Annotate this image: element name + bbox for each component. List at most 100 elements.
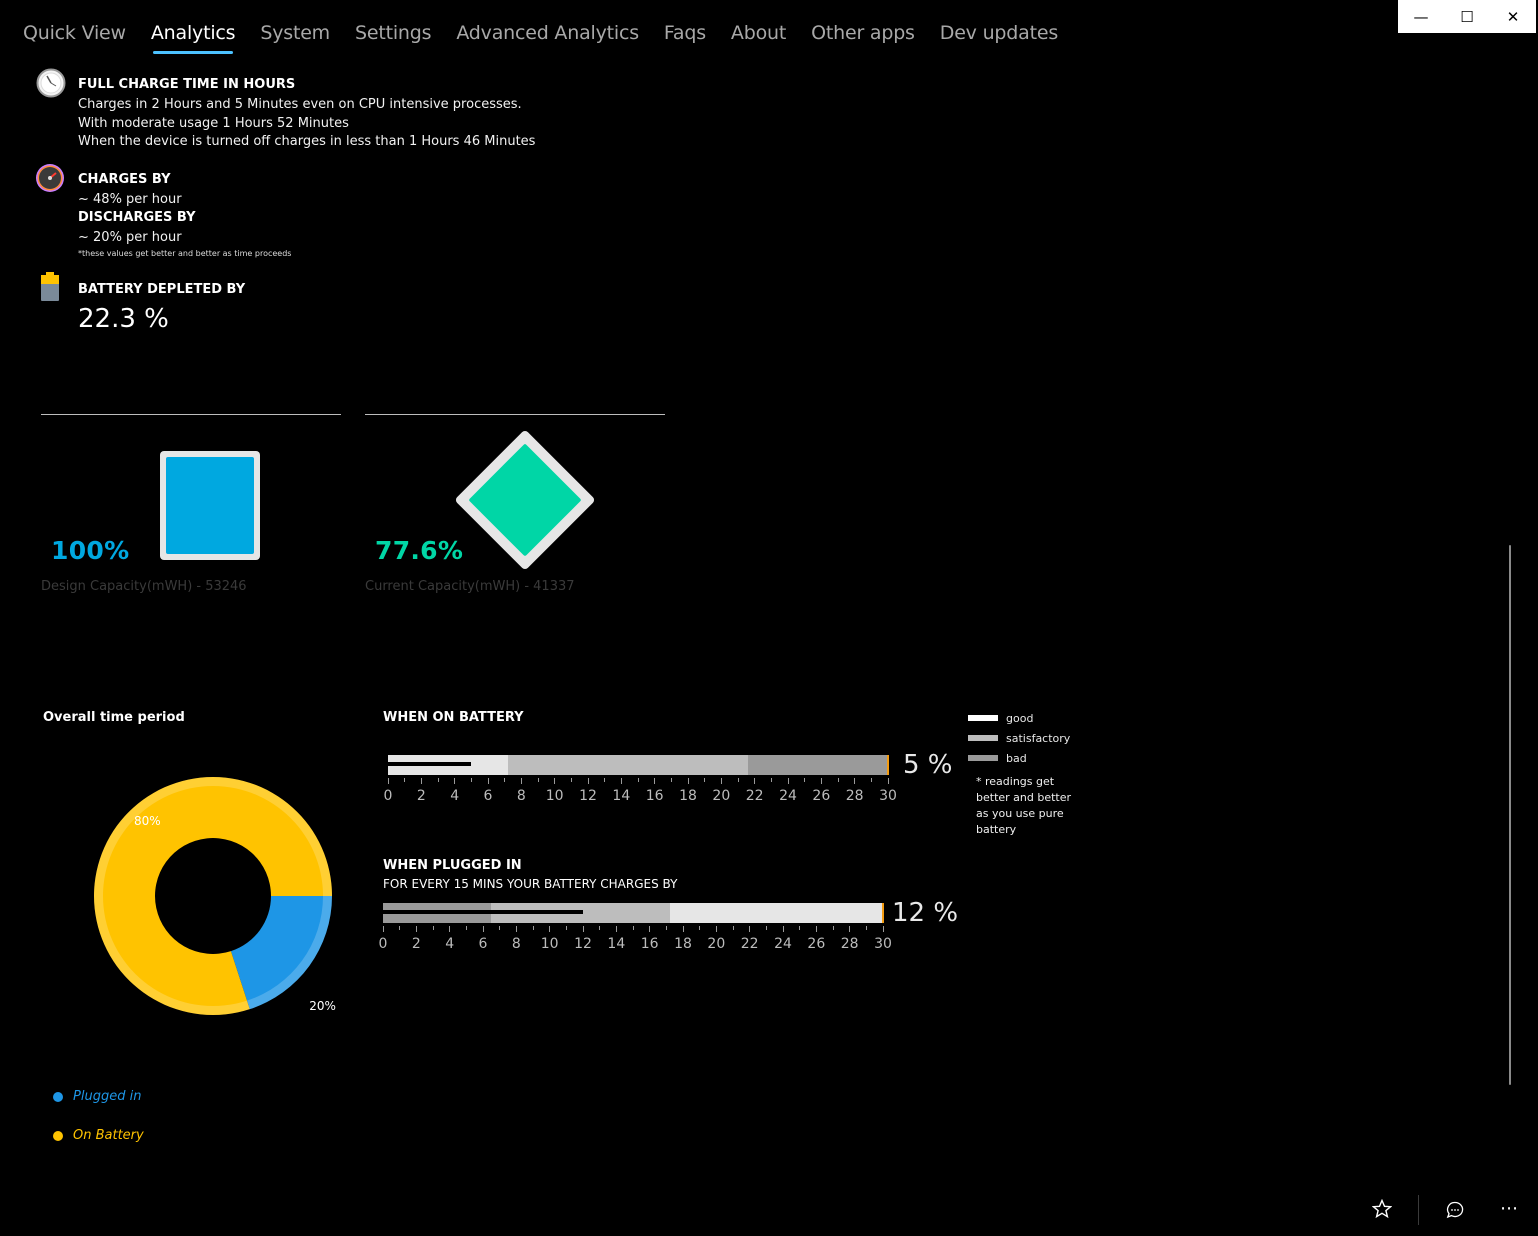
plugged-in-tick — [782, 926, 784, 932]
design-capacity-label: Design Capacity(mWH) - 53246 — [41, 579, 247, 594]
design-capacity-tile — [160, 451, 260, 560]
legend-plugged-in: Plugged in — [53, 1089, 141, 1104]
plugged-in-target-marker — [882, 903, 884, 923]
plugged-in-tick-label: 14 — [607, 936, 626, 952]
on-battery-bullet-chart: 0 2 4 6 8 10 12 14 16 18 20 22 24 26 28 30 — [384, 755, 897, 815]
tab-advanced-analytics[interactable]: Advanced Analytics — [456, 22, 639, 54]
speedometer-icon — [35, 163, 65, 197]
donut-label-on-battery: 80% — [134, 814, 161, 828]
on-battery-tick — [870, 778, 872, 782]
plugged-in-tick — [515, 926, 517, 932]
full-charge-line-2: With moderate usage 1 Hours 52 Minutes — [78, 116, 349, 131]
legend-label-on-battery: On Battery — [73, 1128, 144, 1143]
on-battery-tick — [654, 778, 656, 784]
on-battery-tick — [620, 778, 622, 784]
plugged-in-tick — [699, 926, 701, 930]
current-capacity-fill — [468, 443, 582, 557]
tab-about[interactable]: About — [731, 22, 786, 54]
plugged-in-tick — [582, 926, 584, 932]
charges-by-value: ~ 48% per hour — [78, 192, 182, 207]
plugged-in-title: WHEN PLUGGED IN — [383, 858, 522, 873]
on-battery-target-marker — [887, 755, 889, 775]
plugged-in-tick-label: 20 — [707, 936, 726, 952]
on-battery-tick — [637, 778, 639, 782]
tab-other-apps[interactable]: Other apps — [811, 22, 915, 54]
top-nav: Quick View Analytics System Settings Adv… — [23, 22, 1083, 54]
tab-dev-updates[interactable]: Dev updates — [940, 22, 1058, 54]
plugged-in-tick — [599, 926, 601, 930]
on-battery-tick — [887, 778, 889, 784]
key-good: good — [968, 708, 1076, 728]
battery-icon — [40, 272, 60, 306]
footer-divider — [1418, 1195, 1419, 1225]
on-battery-tick-label: 12 — [579, 788, 597, 804]
plugged-in-tick — [865, 926, 867, 930]
on-battery-tick — [837, 778, 839, 782]
chat-icon[interactable] — [1445, 1200, 1465, 1225]
plugged-in-tick — [832, 926, 834, 930]
on-battery-tick — [804, 778, 806, 782]
key-swatch-satisfactory — [968, 735, 998, 741]
on-battery-tick-label: 28 — [845, 788, 864, 804]
plugged-in-tick-label: 8 — [511, 936, 521, 952]
on-battery-title: WHEN ON BATTERY — [383, 710, 524, 725]
maximize-button[interactable]: ☐ — [1444, 0, 1490, 33]
on-battery-tick — [487, 778, 489, 784]
full-charge-line-1: Charges in 2 Hours and 5 Minutes even on… — [78, 97, 522, 112]
plugged-in-range-good — [669, 903, 883, 923]
plugged-in-tick-label: 12 — [574, 936, 592, 952]
plugged-in-value: 12 % — [892, 898, 959, 928]
plugged-in-tick — [615, 926, 617, 932]
plugged-in-subtitle: FOR EVERY 15 MINS YOUR BATTERY CHARGES B… — [383, 877, 678, 891]
legend-label-plugged-in: Plugged in — [73, 1089, 142, 1104]
on-battery-tick — [604, 778, 606, 782]
current-capacity-label: Current Capacity(mWH) - 41337 — [365, 579, 575, 594]
discharges-by-value: ~ 20% per hour — [78, 230, 182, 245]
on-battery-tick-label: 8 — [516, 788, 526, 804]
minimize-button[interactable]: — — [1398, 0, 1444, 33]
more-icon[interactable]: ⋯ — [1500, 1198, 1519, 1219]
on-battery-range-bad — [748, 755, 888, 775]
discharges-by-title: DISCHARGES BY — [78, 210, 196, 225]
tab-faqs[interactable]: Faqs — [664, 22, 706, 54]
on-battery-tick — [504, 778, 506, 782]
on-battery-tick — [520, 778, 522, 784]
tab-analytics[interactable]: Analytics — [151, 22, 236, 54]
on-battery-tick — [670, 778, 672, 782]
plugged-in-tick — [632, 926, 634, 930]
plugged-in-tick-label: 26 — [807, 936, 826, 952]
key-swatch-good — [968, 715, 998, 721]
on-battery-tick — [420, 778, 422, 784]
depleted-value: 22.3 % — [78, 304, 169, 334]
tab-quick-view[interactable]: Quick View — [23, 22, 126, 54]
plugged-in-tick — [849, 926, 851, 932]
on-battery-tick-label: 14 — [612, 788, 631, 804]
plugged-in-tick-label: 6 — [478, 936, 488, 952]
plugged-in-bullet-chart: 0 2 4 6 8 10 12 14 16 18 20 22 24 26 28 30 — [379, 903, 892, 963]
plugged-in-tick — [465, 926, 467, 930]
key-swatch-bad — [968, 755, 998, 761]
vertical-scrollbar[interactable] — [1509, 545, 1511, 1085]
plugged-in-tick-label: 2 — [411, 936, 421, 952]
plugged-in-tick — [799, 926, 801, 930]
plugged-in-tick — [765, 926, 767, 930]
on-battery-tick-label: 20 — [712, 788, 731, 804]
plugged-in-tick — [732, 926, 734, 930]
on-battery-tick-label: 10 — [545, 788, 564, 804]
on-battery-tick — [754, 778, 756, 784]
design-divider — [41, 414, 341, 415]
close-button[interactable]: ✕ — [1490, 0, 1536, 33]
on-battery-tick — [787, 778, 789, 784]
plugged-in-tick — [415, 926, 417, 932]
on-battery-tick — [470, 778, 472, 782]
tab-settings[interactable]: Settings — [355, 22, 432, 54]
legend-dot-on-battery — [53, 1130, 63, 1141]
plugged-in-tick — [565, 926, 567, 930]
plugged-in-tick-label: 0 — [378, 936, 388, 952]
star-icon[interactable] — [1371, 1198, 1393, 1224]
tab-system[interactable]: System — [260, 22, 330, 54]
on-battery-tick-label: 16 — [645, 788, 664, 804]
rating-key: good satisfactory bad * readings get bet… — [968, 708, 1076, 838]
on-battery-tick — [820, 778, 822, 784]
key-satisfactory: satisfactory — [968, 728, 1076, 748]
